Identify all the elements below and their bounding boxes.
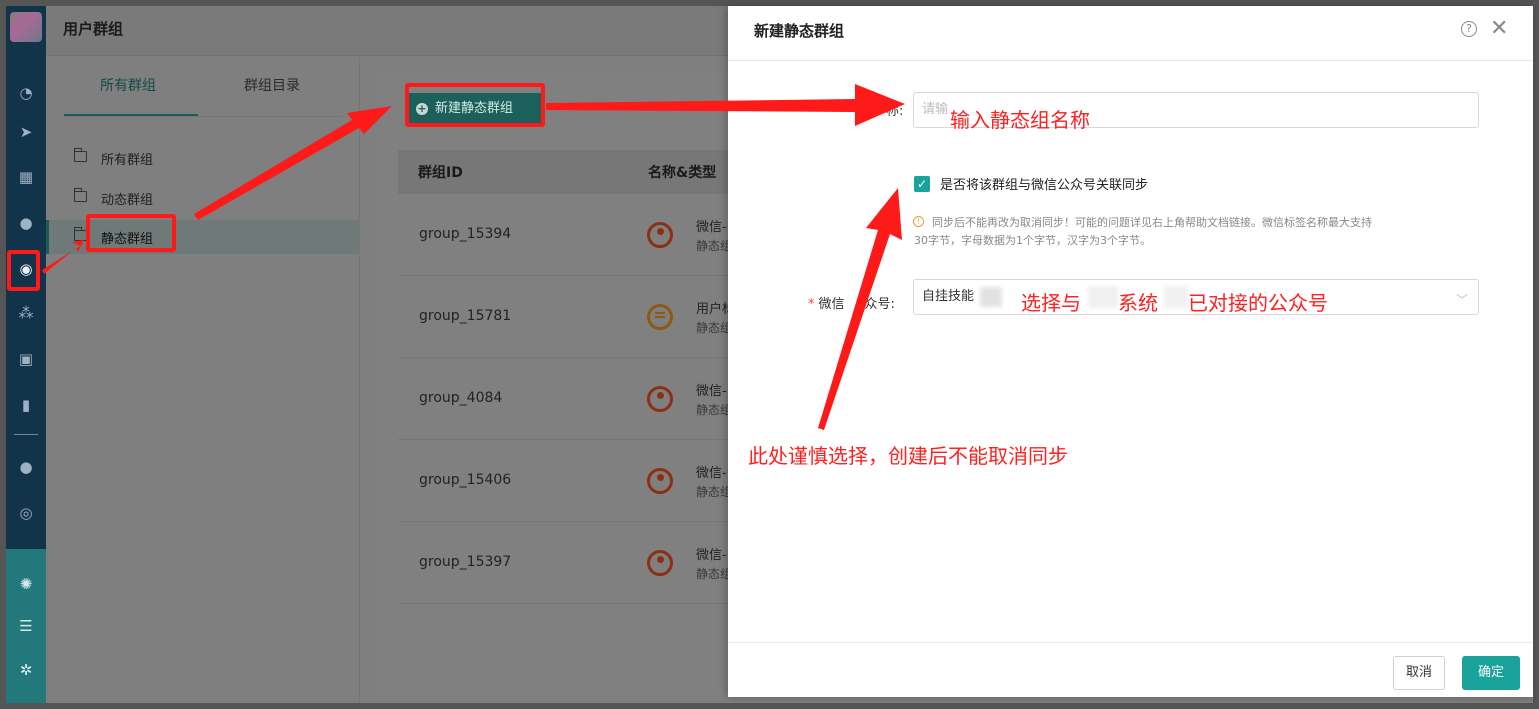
app-logo xyxy=(10,12,42,42)
group-id-cell: group_4084 xyxy=(419,390,503,406)
redacted-area xyxy=(980,287,1002,307)
drawer-title: 新建静态群组 xyxy=(754,22,845,40)
group-name-label: 称: xyxy=(886,104,904,119)
rail-bottom-section: ✺ ☰ ✲ xyxy=(6,549,46,703)
annotation-account-hint-b: 系统 xyxy=(1118,291,1158,315)
folder-icon xyxy=(74,148,87,162)
group-type-cell: 静态组 xyxy=(696,403,733,417)
annotation-name-hint: 输入静态组名称 xyxy=(950,108,1090,132)
list-circle-icon xyxy=(647,304,673,330)
tree-item-label: 所有群组 xyxy=(101,153,154,168)
required-mark: * xyxy=(808,297,815,312)
send-icon[interactable]: ➤ xyxy=(15,121,37,143)
group-type-cell: 静态组 xyxy=(696,567,733,581)
wechat-account-value: 自挂技能 xyxy=(922,289,975,304)
icon-rail: ◔ ➤ ▦ ● ◉ ⁂ ▣ ▮ ● ◎ ✺ ☰ ✲ xyxy=(6,6,46,703)
layout-icon[interactable]: ▦ xyxy=(15,166,37,188)
bar-chart-icon[interactable]: ▮ xyxy=(15,394,37,416)
tab-group-directory[interactable]: 群组目录 xyxy=(244,75,300,95)
sync-warning-text: 同步后不能再改为取消同步！可能的问题详见右上角帮助文档链接。微信标签名称最大支持 xyxy=(932,216,1372,229)
gear-icon[interactable]: ✲ xyxy=(15,659,37,681)
sync-warning-text-2: 30字节，字母数据为1个字节，汉字为3个字节。 xyxy=(914,234,1151,247)
drawer-header: 新建静态群组 ? ✕ xyxy=(728,6,1533,61)
table-row[interactable]: group_15781 用户标 静态组 xyxy=(398,276,738,358)
group-type-cell: 静态组 xyxy=(696,485,733,499)
tree-item-all-groups[interactable]: 所有群组 xyxy=(46,141,360,175)
help-icon[interactable]: ? xyxy=(1461,21,1477,37)
wechat-icon[interactable]: ● xyxy=(15,456,37,478)
group-type-cell: 静态组 xyxy=(696,239,733,253)
server-icon[interactable]: ☰ xyxy=(15,615,37,637)
tab-divider xyxy=(64,116,342,117)
group-id-cell: group_15394 xyxy=(419,226,512,242)
group-name-cell: 微信- xyxy=(696,384,727,399)
tree-item-dynamic-groups[interactable]: 动态群组 xyxy=(46,181,360,215)
tree-item-label: 动态群组 xyxy=(101,193,154,208)
group-id-cell: group_15397 xyxy=(419,554,512,570)
table-row[interactable]: group_4084 微信- 静态组 xyxy=(398,358,738,440)
warning-icon: ! xyxy=(913,216,924,227)
chevron-down-icon[interactable]: ﹀ xyxy=(1456,291,1468,308)
group-name-cell: 微信- xyxy=(696,466,727,481)
close-icon[interactable]: ✕ xyxy=(1490,16,1508,41)
target-icon[interactable]: ◎ xyxy=(15,502,37,524)
annotation-box-new-button xyxy=(405,83,545,127)
group-name-cell: 微信- xyxy=(696,548,727,563)
group-panel: 所有群组 群组目录 所有群组 动态群组 静态群组 xyxy=(46,57,360,703)
annotation-sync-hint: 此处谨慎选择，创建后不能取消同步 xyxy=(748,444,1068,468)
table-row[interactable]: group_15397 微信- 静态组 xyxy=(398,522,738,604)
wechat-account-label-suffix: 众号: xyxy=(864,297,895,312)
wechat-account-label-prefix: 微信 xyxy=(818,297,845,312)
user-circle-icon xyxy=(647,550,673,576)
tab-all-groups[interactable]: 所有群组 xyxy=(100,75,156,95)
group-name-cell: 微信- xyxy=(696,220,727,235)
annotation-box-static-group xyxy=(86,214,176,252)
group-id-cell: group_15781 xyxy=(419,308,512,324)
user-circle-icon xyxy=(647,386,673,412)
cancel-button[interactable]: 取消 xyxy=(1393,656,1445,690)
new-static-group-drawer: 新建静态群组 ? ✕ 称: 请输 ✓ 是否将该群组与微信公众号关联同步 ! 同步… xyxy=(728,6,1533,697)
group-list-area: + 新建静态群组 群组ID 名称&类型 group_15394 微信- 静态组 … xyxy=(378,70,738,696)
dashboard-icon[interactable]: ◔ xyxy=(15,82,37,104)
column-header-name-type[interactable]: 名称&类型 xyxy=(648,162,716,182)
table-row[interactable]: group_15394 微信- 静态组 xyxy=(398,194,738,276)
sync-checkbox-label[interactable]: 是否将该群组与微信公众号关联同步 xyxy=(940,174,1148,193)
active-tab-underline xyxy=(64,114,198,116)
table-row[interactable]: group_15406 微信- 静态组 xyxy=(398,440,738,522)
group-name-placeholder: 请输 xyxy=(922,102,949,117)
annotation-box-rail xyxy=(7,250,40,291)
cluster-icon[interactable]: ⁂ xyxy=(15,302,37,324)
user-circle-icon xyxy=(647,468,673,494)
redacted-area xyxy=(1088,286,1118,308)
group-id-cell: group_15406 xyxy=(419,472,512,488)
user-icon[interactable]: ● xyxy=(15,212,37,234)
contact-card-icon[interactable]: ▣ xyxy=(15,348,37,370)
settings-circle-icon[interactable]: ✺ xyxy=(15,573,37,595)
sync-checkbox[interactable]: ✓ xyxy=(914,176,930,192)
column-header-group-id[interactable]: 群组ID xyxy=(418,162,463,182)
annotation-account-hint-c: 已对接的公众号 xyxy=(1188,291,1328,315)
redacted-area xyxy=(1164,286,1188,308)
annotation-account-hint-a: 选择与 xyxy=(1021,291,1081,315)
folder-icon xyxy=(74,188,87,202)
wechat-account-label: * 微信 众号: xyxy=(808,293,895,312)
user-circle-icon xyxy=(647,222,673,248)
group-type-cell: 静态组 xyxy=(696,321,733,335)
page-title: 用户群组 xyxy=(63,20,124,38)
rail-divider xyxy=(14,434,38,435)
confirm-button[interactable]: 确定 xyxy=(1462,656,1520,690)
